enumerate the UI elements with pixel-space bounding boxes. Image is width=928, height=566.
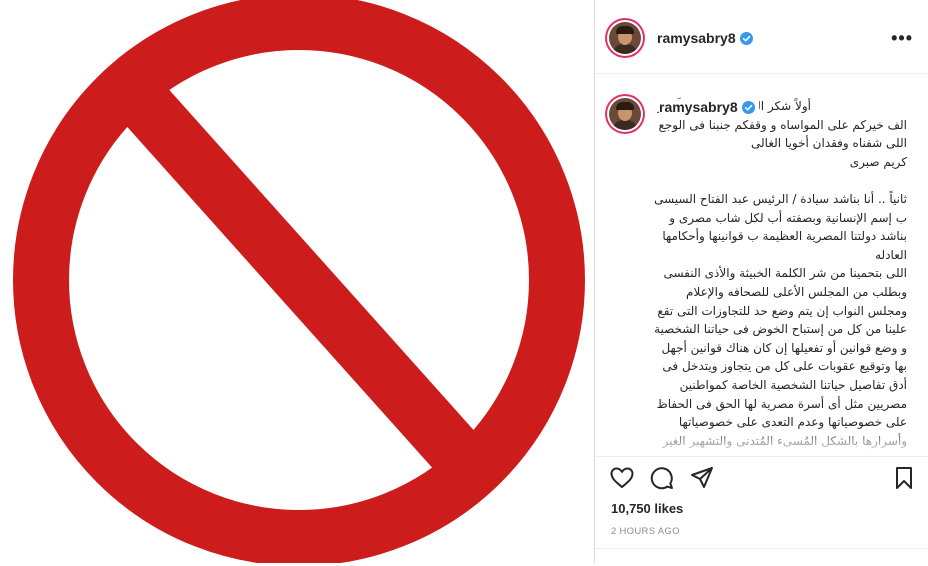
prohibition-sign-icon xyxy=(13,0,585,563)
divider xyxy=(595,548,928,549)
comment-icon[interactable] xyxy=(649,465,675,491)
caption-fade xyxy=(595,426,928,456)
caption-area: أولاً شكر الله سعيكم جميعاً كتر الف خيرك… xyxy=(595,74,928,456)
author-username[interactable]: ramysabry8 xyxy=(657,30,753,46)
caption-body: الف خيركم على المواساه و وقفكم جنبنا فى … xyxy=(654,117,907,456)
post-side-panel: ramysabry8 ••• أولاً شكر الله سعيكم جميع… xyxy=(594,0,928,563)
share-icon[interactable] xyxy=(689,465,715,491)
author-avatar[interactable] xyxy=(609,22,641,54)
author-username-text[interactable]: ramysabry8 xyxy=(657,30,736,46)
post-image[interactable] xyxy=(0,0,594,563)
post-actions: 10,750 likes 2 HOURS AGO xyxy=(595,456,928,566)
post-header: ramysabry8 ••• xyxy=(595,0,928,74)
verified-badge-icon xyxy=(739,32,753,45)
caption-username[interactable]: ramysabry8 xyxy=(659,99,759,115)
heart-icon[interactable] xyxy=(609,465,635,491)
caption-text: أولاً شكر الله سعيكم جميعاً كتر الف خيرك… xyxy=(607,97,907,456)
like-count[interactable]: 10,750 likes xyxy=(611,501,683,516)
bookmark-icon[interactable] xyxy=(891,465,917,491)
post-timestamp[interactable]: 2 HOURS AGO xyxy=(611,526,680,537)
verified-badge-icon xyxy=(741,101,755,114)
more-options-icon[interactable]: ••• xyxy=(891,28,913,49)
caption-username-text[interactable]: ramysabry8 xyxy=(659,99,738,115)
